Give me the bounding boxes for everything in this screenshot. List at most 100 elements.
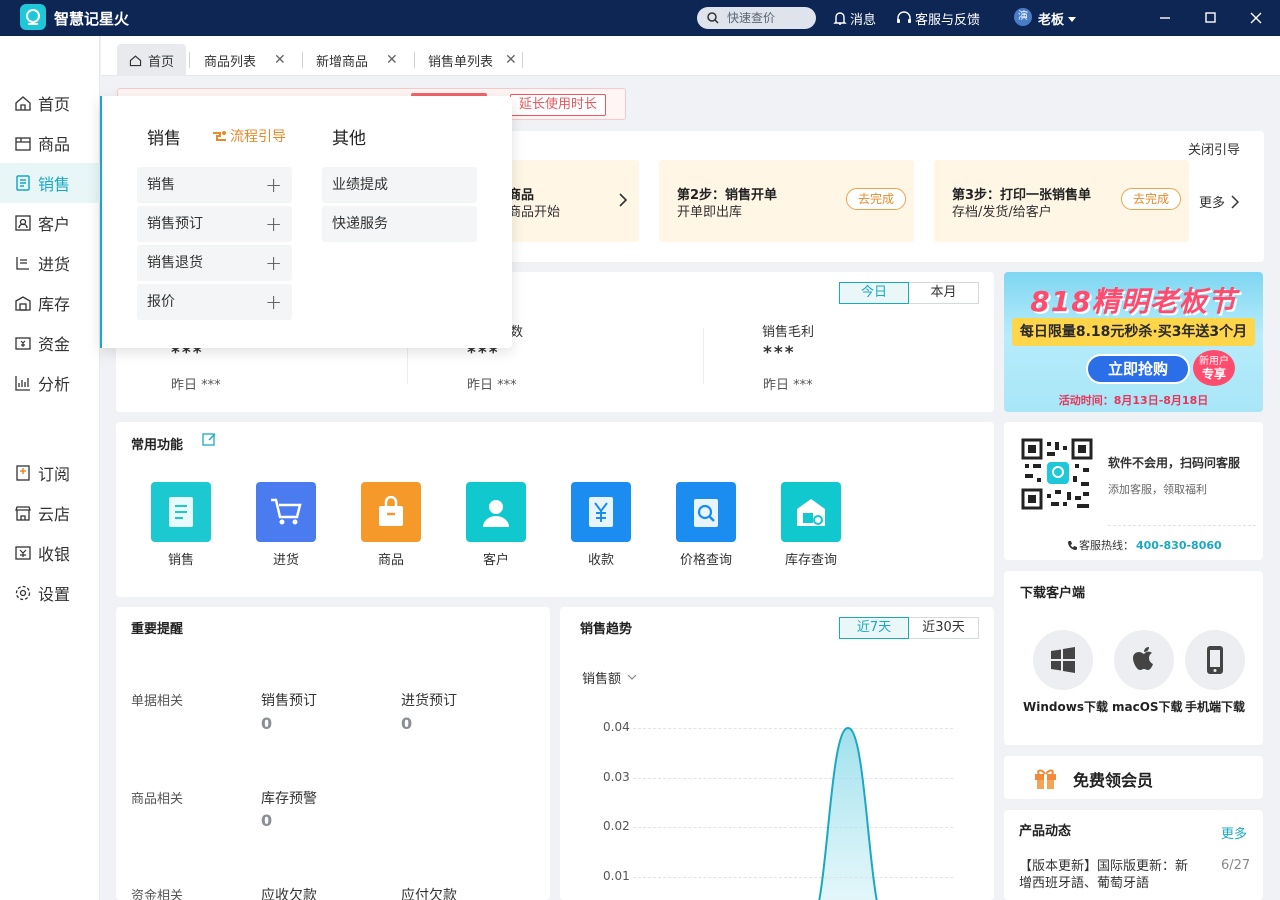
plus-icon[interactable]: + [265, 284, 282, 320]
sales-trend-chart [773, 726, 923, 900]
close-tab-icon[interactable]: ✕ [386, 52, 398, 68]
apple-icon[interactable] [1114, 630, 1174, 690]
reminder-item-label[interactable]: 库存预警 [261, 788, 317, 808]
windows-icon[interactable] [1033, 630, 1093, 690]
step-complete-button[interactable]: 去完成 [1121, 188, 1181, 210]
sidebar-item-cloud-store[interactable]: 云店 [0, 493, 100, 533]
tab-sales-order-list[interactable]: 销售单列表 ✕ [416, 44, 529, 76]
function-price-query[interactable]: 价格查询 [676, 482, 736, 568]
sidebar-item-goods[interactable]: 商品 [0, 123, 100, 163]
close-window-button[interactable] [1248, 10, 1264, 26]
maximize-button[interactable] [1203, 10, 1219, 26]
hotline-label: 客服热线： [1079, 539, 1134, 552]
extend-subscription-button[interactable]: 延长使用时长 [510, 94, 606, 116]
function-label: 客户 [482, 553, 509, 568]
step-complete-button[interactable]: 去完成 [846, 188, 906, 210]
purchase-icon [14, 254, 32, 272]
sidebar-item-settings[interactable]: 设置 [0, 573, 100, 613]
sidebar-item-analysis[interactable]: 分析 [0, 363, 100, 403]
price-search-icon [676, 482, 736, 542]
toggle-month[interactable]: 本月 [909, 282, 979, 304]
news-more-link[interactable]: 更多 [1221, 823, 1247, 842]
news-item[interactable]: 【版本更新】国际版更新：新 增西班牙語、葡萄牙語 [1019, 858, 1188, 892]
reminder-item-label[interactable]: 进货预订 [401, 690, 457, 710]
download-label[interactable]: Windows下载 [1023, 698, 1108, 715]
service-title: 软件不会用，扫码问客服 [1108, 456, 1241, 470]
messages-button[interactable]: 消息 [833, 9, 876, 28]
close-tab-icon[interactable]: ✕ [505, 52, 517, 68]
gift-icon [1033, 765, 1058, 790]
plus-icon[interactable]: + [265, 167, 282, 203]
toggle-today[interactable]: 今日 [839, 282, 909, 304]
sidebar-item-inventory[interactable]: 库存 [0, 283, 100, 323]
sidebar-item-sales[interactable]: 销售 [0, 163, 100, 203]
user-avatar[interactable]: 演 [1014, 8, 1032, 26]
support-label: 客服与反馈 [915, 13, 981, 28]
app-title: 智慧记星火 [54, 10, 130, 28]
download-label[interactable]: macOS下载 [1112, 698, 1183, 715]
promo-buy-button[interactable]: 立即抢购 [1086, 354, 1190, 384]
tab-divider [302, 52, 303, 68]
download-label[interactable]: 手机端下载 [1185, 698, 1245, 715]
sidebar-item-label: 首页 [38, 95, 71, 114]
reminder-item-label[interactable]: 应付欠款 [401, 885, 457, 900]
y-tick-label: 0.04 [603, 720, 630, 734]
menu-item-express[interactable]: 快递服务 [322, 206, 477, 242]
menu-item-sales-reservation[interactable]: 销售预订 + [137, 206, 292, 242]
stat-value: *** [763, 343, 796, 363]
function-label: 价格查询 [679, 553, 732, 568]
reminder-item-label[interactable]: 应收欠款 [261, 885, 317, 900]
user-menu[interactable]: 老板 [1038, 9, 1077, 28]
reminder-item-label[interactable]: 销售预订 [261, 690, 317, 710]
edit-icon[interactable] [202, 432, 217, 447]
toggle-7-days[interactable]: 近7天 [839, 617, 909, 639]
support-button[interactable]: 客服与反馈 [896, 9, 980, 28]
menu-item-label: 业绩提成 [332, 177, 388, 193]
function-purchase[interactable]: 进货 [256, 482, 316, 568]
dropdown-column-title: 其他 [332, 129, 366, 149]
user-name: 老板 [1038, 13, 1065, 28]
tab-goods-list[interactable]: 商品列表 ✕ [192, 44, 298, 76]
reminder-item-value: 0 [401, 714, 413, 733]
subscribe-icon [14, 464, 32, 482]
box-icon [14, 134, 32, 152]
function-stock-query[interactable]: 库存查询 [781, 482, 841, 568]
sidebar-item-cashier[interactable]: 收银 [0, 533, 100, 573]
close-tab-icon[interactable]: ✕ [274, 52, 286, 68]
cart-icon [256, 482, 316, 542]
plus-icon[interactable]: + [265, 245, 282, 281]
chevron-right-icon[interactable] [618, 192, 628, 208]
function-sales[interactable]: 销售 [151, 482, 211, 568]
menu-item-commission[interactable]: 业绩提成 [322, 167, 477, 203]
metric-selector[interactable]: 销售额 [582, 668, 637, 687]
toggle-30-days[interactable]: 近30天 [909, 617, 979, 639]
reminder-group-label: 单据相关 [131, 694, 184, 709]
sidebar-item-customers[interactable]: 客户 [0, 203, 100, 243]
hotline-number: 400-830-8060 [1136, 538, 1222, 552]
guide-more-link[interactable]: 更多 [1199, 192, 1240, 211]
phone-icon[interactable] [1185, 630, 1245, 690]
sidebar-item-subscribe[interactable]: 订阅 [0, 453, 100, 493]
function-collect-payment[interactable]: 收款 [571, 482, 631, 568]
quick-price-search[interactable]: 快速查价 [697, 7, 816, 29]
stat-yesterday: 昨日 *** [171, 378, 221, 393]
tab-new-goods[interactable]: 新增商品 ✕ [304, 44, 410, 76]
menu-item-quote[interactable]: 报价 + [137, 284, 292, 320]
sidebar-item-funds[interactable]: 资金 [0, 323, 100, 363]
home-icon [14, 94, 32, 112]
tab-home[interactable]: 首页 [117, 44, 187, 76]
menu-item-sales-return[interactable]: 销售退货 + [137, 245, 292, 281]
menu-item-label: 报价 [147, 294, 175, 310]
sidebar-item-home[interactable]: 首页 [0, 83, 100, 123]
news-item-date: 6/27 [1221, 858, 1251, 873]
plus-icon[interactable]: + [265, 206, 282, 242]
minimize-button[interactable] [1157, 10, 1173, 26]
function-goods[interactable]: 商品 [361, 482, 421, 568]
promo-banner[interactable]: 818精明老板节 每日限量8.18元秒杀·买3年送3个月 立即抢购 新用户 专享… [1004, 272, 1263, 412]
flow-guide-link[interactable]: 流程引导 [212, 126, 286, 146]
home-icon [129, 54, 142, 67]
menu-item-sales[interactable]: 销售 + [137, 167, 292, 203]
sidebar-item-purchase[interactable]: 进货 [0, 243, 100, 283]
function-customers[interactable]: 客户 [466, 482, 526, 568]
close-guide-link[interactable]: 关闭引导 [1188, 139, 1240, 158]
